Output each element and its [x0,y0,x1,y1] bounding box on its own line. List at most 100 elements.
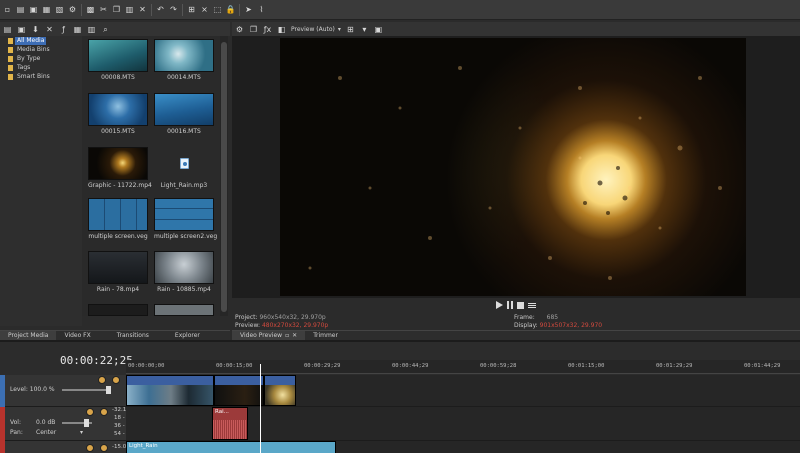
level-slider-thumb[interactable] [106,386,111,394]
media-item-label: 00015.MTS [101,128,135,135]
tree-item-smart-bins[interactable]: Smart Bins [17,73,50,81]
settings-icon[interactable]: ⚙ [68,5,77,14]
cursor-tool-icon[interactable]: ➤ [244,5,253,14]
ripple-icon[interactable]: ⬚ [213,5,222,14]
music-track-lane[interactable]: Light_Rain [126,441,800,453]
snap-icon[interactable]: ⊞ [187,5,196,14]
video-clip[interactable] [126,375,214,406]
tab-video-fx[interactable]: Video FX [56,331,98,340]
video-thumbnail [88,39,148,72]
solo-icon[interactable] [100,444,108,452]
cut-icon[interactable]: ✂ [99,5,108,14]
solo-icon[interactable] [100,408,108,416]
main-toolbar: ▫ ▤ ▣ ▦ ▧ ⚙ ▩ ✂ ❐ ▥ ✕ ↶ ↷ ⊞ ⨯ ⬚ 🔒 ➤ ⌇ [0,0,800,20]
remove-icon[interactable]: ✕ [45,25,54,34]
copy-snapshot-icon[interactable]: ❐ [249,25,258,34]
views-icon[interactable]: ▥ [87,25,96,34]
music-clip[interactable]: Light_Rain [126,441,336,453]
save-icon[interactable]: ▣ [29,5,38,14]
audio-clip[interactable]: Rai... [212,407,248,440]
audio-track-header[interactable]: Vol: 0.0 dB Pan: Center ▾ -32.1 18 - 36 … [0,407,126,441]
tree-item-media-bins[interactable]: Media Bins [17,46,50,54]
properties-icon[interactable]: ▧ [55,5,64,14]
pause-icon[interactable] [507,301,513,309]
preview-value: 480x270x32, 29.970p [261,322,329,329]
video-thumbnail[interactable] [88,304,148,316]
video-clip[interactable] [214,375,264,406]
import-media-icon[interactable]: ▤ [3,25,12,34]
tree-item-all-media[interactable]: All Media [15,37,47,45]
media-item[interactable]: 00016.MTS [154,93,214,135]
project-thumbnail [88,198,148,231]
media-item[interactable]: Rain - 78.mp4 [88,251,148,293]
save-as-icon[interactable]: ▦ [42,5,51,14]
mute-icon[interactable] [86,408,94,416]
mute-icon[interactable] [98,376,106,384]
menu-icon[interactable] [528,302,536,308]
chevron-down-icon[interactable]: ▾ [360,25,369,34]
tab-project-media[interactable]: Project Media [0,331,57,340]
play-icon[interactable] [496,301,503,309]
solo-icon[interactable] [112,376,120,384]
media-item[interactable]: 00015.MTS [88,93,148,135]
capture-icon[interactable]: ▣ [17,25,26,34]
scrollbar-thumb[interactable] [221,42,227,312]
redo-icon[interactable]: ↷ [169,5,178,14]
timeline-ruler[interactable]: 00:00:00;00 00:00:15;00 00:00:29;29 00:0… [126,360,800,374]
overlays-icon[interactable]: ⊞ [346,25,355,34]
video-track-lane[interactable] [126,375,800,407]
delete-icon[interactable]: ✕ [138,5,147,14]
copy-icon[interactable]: ❐ [112,5,121,14]
tab-video-preview[interactable]: Video Preview ▫ ✕ [232,331,306,341]
media-item[interactable]: multiple screen.veg [88,198,148,240]
tab-transitions[interactable]: Transitions [99,331,157,340]
split-screen-icon[interactable]: ◧ [277,25,286,34]
tree-item-by-type[interactable]: By Type [17,55,40,63]
lock-envelope-icon[interactable]: 🔒 [226,5,236,14]
tree-item-tags[interactable]: Tags [17,64,30,72]
timeline: 00:00:22;25 00:00:00;00 00:00:15;00 00:0… [0,340,800,453]
new-icon[interactable]: ▫ [3,5,12,14]
auto-crossfade-icon[interactable]: ⨯ [200,5,209,14]
video-track-header[interactable]: Level: 100.0 % [0,375,126,407]
media-item[interactable]: Light_Rain.mp3 [154,147,214,189]
paste-icon[interactable]: ▥ [125,5,134,14]
preview-quality-dropdown[interactable]: Preview (Auto) ▾ [291,26,341,33]
media-item[interactable]: 00008.MTS [88,39,148,81]
open-icon[interactable]: ▤ [16,5,25,14]
get-media-icon[interactable]: ⬇ [31,25,40,34]
video-fx-icon[interactable]: ƒx [263,25,272,34]
gear-icon[interactable]: ⚙ [235,25,244,34]
media-item[interactable]: Graphic - 11722.mp4 [88,147,152,189]
video-clip-thumbnails [215,385,263,405]
mute-icon[interactable] [86,444,94,452]
media-fx-icon[interactable]: ƒ [59,25,68,34]
music-track-header[interactable]: -15.0 [0,441,126,453]
chevron-down-icon[interactable]: ▾ [80,429,83,436]
media-item[interactable]: 00014.MTS [154,39,214,81]
playhead[interactable] [260,364,261,453]
ruler-label: 00:01:29;29 [656,363,693,369]
split-tool-icon[interactable]: ⌇ [257,5,266,14]
audio-waveform [213,420,247,439]
undo-icon[interactable]: ↶ [156,5,165,14]
media-item[interactable]: multiple screen2.veg [154,198,217,240]
video-thumbnail[interactable] [154,304,214,316]
volume-slider-thumb[interactable] [84,419,89,427]
video-clip[interactable] [264,375,296,406]
render-icon[interactable]: ▩ [86,5,95,14]
audio-track-lane[interactable]: Rai... [126,407,800,441]
tab-trimmer[interactable]: Trimmer [305,331,346,340]
media-properties-icon[interactable]: ▦ [73,25,82,34]
level-slider[interactable] [62,389,108,391]
stop-icon[interactable] [517,301,524,309]
pan-value: Center [36,429,57,436]
search-icon[interactable]: ⌕ [101,25,110,34]
preview-frame-image [280,38,746,296]
close-icon[interactable]: ✕ [292,331,297,341]
tab-explorer[interactable]: Explorer [157,331,208,340]
media-item[interactable]: Rain - 10885.mp4 [154,251,214,293]
folder-icon [8,47,13,53]
media-scrollbar[interactable] [220,36,228,316]
save-snapshot-icon[interactable]: ▣ [374,25,383,34]
